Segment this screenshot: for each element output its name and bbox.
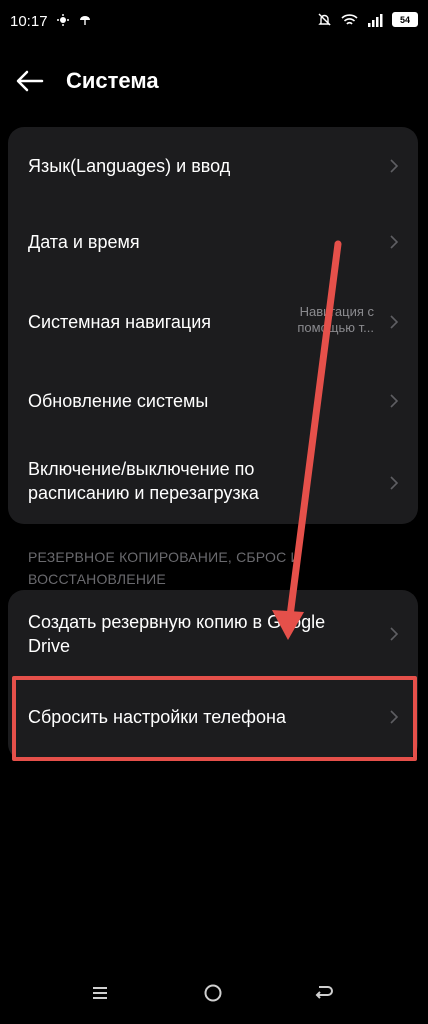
home-button[interactable] xyxy=(195,978,231,1008)
notification-icon xyxy=(57,14,69,26)
weather-icon xyxy=(80,16,90,25)
system-settings-card: Язык(Languages) и ввод Дата и время Сист… xyxy=(8,127,418,524)
back-nav-button[interactable] xyxy=(306,978,342,1008)
status-time: 10:17 xyxy=(10,13,48,30)
mute-icon xyxy=(318,13,331,26)
chevron-right-icon xyxy=(390,315,399,329)
recent-apps-button[interactable] xyxy=(82,978,118,1008)
chevron-right-icon xyxy=(390,476,399,490)
battery-icon: 54 xyxy=(392,12,418,27)
header: Система xyxy=(0,56,428,106)
settings-item-label: Создать резервную копию в Google Drive xyxy=(28,612,326,656)
page-title: Система xyxy=(66,68,159,93)
back-return-icon xyxy=(315,986,333,999)
chevron-right-icon xyxy=(390,627,399,641)
settings-item-label: Язык(Languages) и ввод xyxy=(28,156,231,176)
section-label-backup: РЕЗЕРВНОЕ КОПИРОВАНИЕ, СБРОС И ВОССТАНОВ… xyxy=(28,549,301,587)
status-bar: 10:17 54 xyxy=(0,0,428,44)
settings-item-system-navigation[interactable]: Системная навигация Навигация с помощью … xyxy=(8,283,418,365)
settings-item-google-drive-backup[interactable]: Создать резервную копию в Google Drive xyxy=(8,590,418,678)
back-arrow-icon xyxy=(16,70,44,92)
settings-item-scheduled-power[interactable]: Включение/выключение по расписанию и пер… xyxy=(8,443,418,524)
settings-item-value: Навигация с помощью т... xyxy=(297,304,374,335)
signal-icon xyxy=(368,13,383,27)
chevron-right-icon xyxy=(390,235,399,249)
wifi-icon xyxy=(341,13,358,25)
settings-screen: 10:17 54 Система Язык(Languages) и ввод … xyxy=(0,0,428,1024)
menu-icon xyxy=(93,987,107,999)
settings-item-label: Включение/выключение по расписанию и пер… xyxy=(28,459,259,503)
home-circle-icon xyxy=(204,984,222,1002)
back-button[interactable] xyxy=(14,66,46,96)
chevron-right-icon xyxy=(390,394,399,408)
chevron-right-icon xyxy=(390,159,399,173)
battery-level: 54 xyxy=(399,14,410,25)
settings-item-label: Дата и время xyxy=(28,232,140,252)
settings-item-label: Обновление системы xyxy=(28,391,209,411)
navigation-bar xyxy=(0,964,428,1024)
annotation-highlight-box xyxy=(12,676,417,761)
settings-item-date-time[interactable]: Дата и время xyxy=(8,205,418,283)
settings-item-system-update[interactable]: Обновление системы xyxy=(8,365,418,443)
settings-item-label: Системная навигация xyxy=(28,312,212,332)
settings-item-language[interactable]: Язык(Languages) и ввод xyxy=(8,127,418,205)
